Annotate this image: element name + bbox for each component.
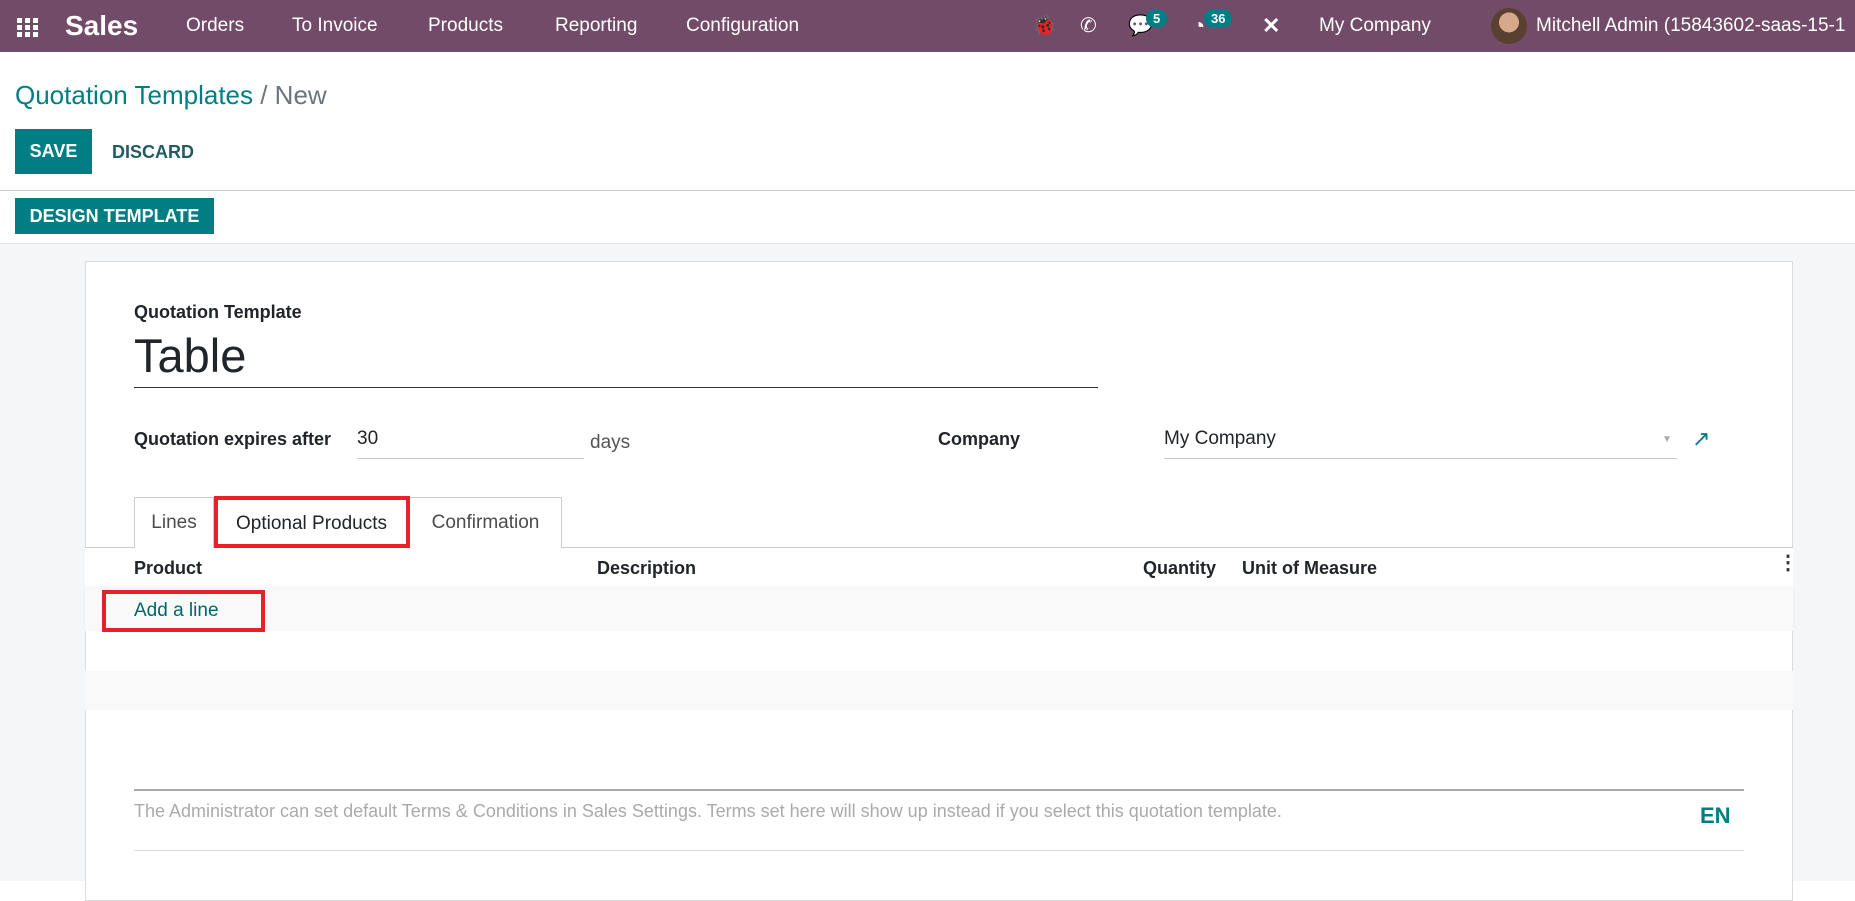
user-menu[interactable]: Mitchell Admin (15843602-saas-15-1	[1536, 0, 1845, 52]
tools-icon[interactable]: ✕	[1262, 0, 1280, 52]
col-unit-of-measure[interactable]: Unit of Measure	[1242, 558, 1377, 579]
clock-icon[interactable]: ◔	[1192, 0, 1205, 52]
phone-icon[interactable]: ✆	[1080, 0, 1097, 52]
company-switcher[interactable]: My Company	[1319, 0, 1431, 52]
breadcrumb-current: New	[274, 80, 327, 110]
design-template-button[interactable]: DESIGN TEMPLATE	[15, 198, 214, 234]
template-name-label: Quotation Template	[134, 302, 302, 322]
menu-configuration[interactable]: Configuration	[686, 0, 799, 52]
menu-reporting[interactable]: Reporting	[555, 0, 637, 52]
terms-bottom-line	[134, 850, 1744, 851]
col-quantity[interactable]: Quantity	[1143, 558, 1216, 579]
tab-confirmation[interactable]: Confirmation	[409, 497, 562, 548]
expires-label: Quotation expires after	[134, 429, 332, 449]
divider	[0, 190, 1855, 191]
avatar[interactable]	[1491, 8, 1527, 44]
breadcrumb-parent[interactable]: Quotation Templates	[15, 80, 253, 110]
menu-orders[interactable]: Orders	[186, 0, 244, 52]
breadcrumb: Quotation Templates / New	[15, 80, 327, 111]
tab-lines[interactable]: Lines	[134, 497, 214, 548]
col-product[interactable]: Product	[134, 558, 202, 579]
template-name-input[interactable]: Table	[134, 328, 1098, 388]
column-options-icon[interactable]: ⋮	[1778, 553, 1798, 573]
app-name[interactable]: Sales	[65, 0, 138, 52]
bug-icon[interactable]: 🐞	[1032, 0, 1057, 52]
discard-button[interactable]: DISCARD	[112, 142, 194, 163]
company-select[interactable]: My Company	[1164, 428, 1677, 459]
table-row	[85, 589, 1793, 631]
company-label: Company	[938, 429, 1021, 449]
top-navbar: Sales Orders To Invoice Products Reporti…	[0, 0, 1855, 52]
expires-input[interactable]: 30	[357, 428, 584, 459]
highlight-box	[102, 590, 265, 632]
table-row	[85, 671, 1793, 710]
expires-unit: days	[590, 432, 631, 453]
save-button[interactable]: SAVE	[15, 129, 92, 174]
col-description[interactable]: Description	[597, 558, 696, 579]
breadcrumb-separator: /	[253, 80, 275, 110]
terms-divider	[134, 789, 1744, 791]
menu-products[interactable]: Products	[428, 0, 503, 52]
chevron-down-icon[interactable]: ▼	[1662, 434, 1672, 445]
messages-badge: 5	[1146, 9, 1168, 28]
external-link-icon[interactable]: ↗	[1692, 426, 1710, 452]
language-button[interactable]: EN	[1700, 803, 1731, 829]
app-grid-icon[interactable]	[15, 0, 41, 73]
menu-to-invoice[interactable]: To Invoice	[292, 0, 378, 52]
highlight-box	[214, 496, 410, 548]
activities-badge: 36	[1204, 9, 1233, 28]
terms-input[interactable]: The Administrator can set default Terms …	[134, 801, 1634, 822]
table-header	[85, 548, 1793, 589]
